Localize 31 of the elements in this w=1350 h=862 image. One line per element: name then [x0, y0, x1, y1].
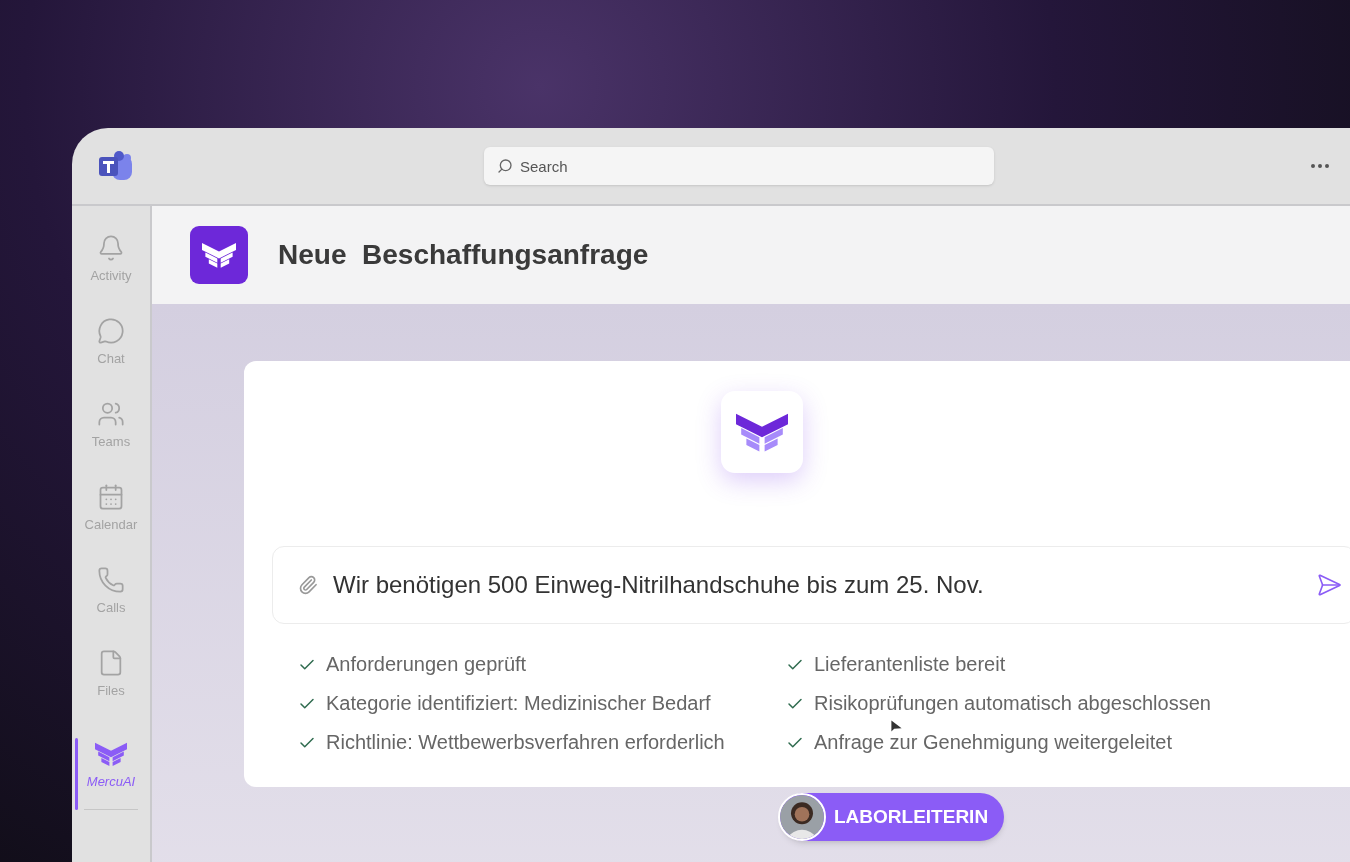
phone-icon [97, 566, 125, 594]
page-header: Neue Beschaffungsanfrage [152, 206, 1350, 304]
sidebar-item[interactable]: Calls [72, 564, 150, 647]
sidebar-item[interactable]: Files [72, 647, 150, 730]
search-icon [497, 158, 513, 174]
bell-icon [97, 234, 125, 262]
sidebar-item[interactable]: Activity [72, 232, 150, 315]
people-icon [97, 400, 125, 428]
chat-bubble-icon [97, 317, 125, 345]
sidebar-item[interactable]: MercuAI [72, 738, 150, 821]
checklist-item: Richtlinie: Wettbewerbsverfahren erforderlich [326, 730, 725, 755]
app-logo-icon [98, 150, 134, 182]
checklist-item: Risikoprüfungen automatisch abgeschlossen [814, 691, 1211, 716]
cursor-icon [890, 720, 903, 733]
logo-icon [736, 411, 788, 453]
checklist-item: Lieferantenliste bereit [814, 652, 1006, 677]
sidebar-item[interactable]: Calendar [72, 481, 150, 564]
sidebar-item[interactable]: Teams [72, 398, 150, 481]
attachment-icon[interactable] [298, 575, 318, 595]
send-icon[interactable] [1316, 572, 1342, 598]
user-badge: LABORLEITERIN [780, 793, 1005, 841]
checklist-item: Kategorie identifiziert: Medizinischer Bedarf [326, 691, 711, 716]
prompt-field[interactable]: Wir benötigen 500 Einweg-Nitrilhandschuhe bis zum 25. Nov. [272, 546, 1350, 624]
calendar-icon [97, 483, 125, 511]
checklist-item: Anfrage zur Genehmigung weitergeleitet [814, 730, 1172, 755]
sidebar-item[interactable]: Chat [72, 315, 150, 398]
search-field[interactable]: Search [484, 147, 994, 185]
logo-icon [202, 241, 236, 269]
logo-icon [95, 740, 127, 768]
checklist-item: Anforderungen geprüft [326, 652, 527, 677]
selection-indicator [75, 738, 78, 810]
